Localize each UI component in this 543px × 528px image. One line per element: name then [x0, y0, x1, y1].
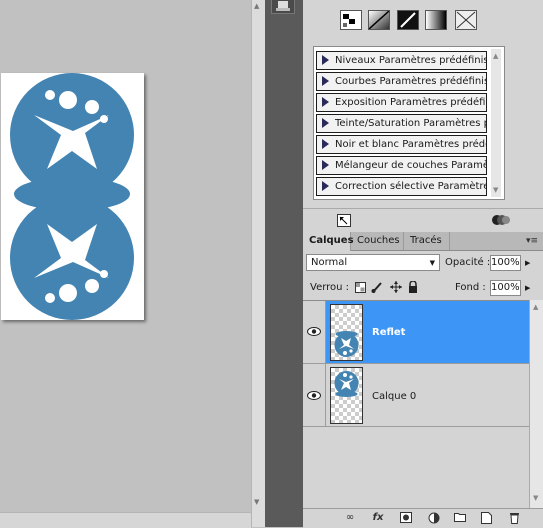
new-layer-icon[interactable] [479, 512, 493, 524]
opacity-label: Opacité : [445, 257, 491, 268]
chevron-down-icon: ▼ [429, 259, 435, 267]
layers-scrollbar[interactable]: ▲ ▼ [529, 300, 543, 508]
layers-bottom-toolbar: ∞ fx [303, 508, 543, 528]
preset-black-white[interactable]: Noir et blanc Paramètres prédéfi... [316, 135, 487, 154]
panel-dock-gutter [265, 0, 303, 527]
add-mask-icon[interactable] [399, 512, 413, 524]
scroll-down-icon[interactable]: ▼ [533, 494, 538, 502]
preset-levels[interactable]: Niveaux Paramètres prédéfinis [316, 51, 487, 70]
preset-exposure[interactable]: Exposition Paramètres prédéfinis [316, 93, 487, 112]
expand-triangle-icon [322, 118, 329, 128]
expand-triangle-icon [322, 181, 329, 191]
preset-label: Correction sélective Paramètres ... [335, 181, 486, 192]
fill-input[interactable]: 100% [490, 280, 521, 296]
preset-label: Niveaux Paramètres prédéfinis [335, 55, 487, 66]
lock-position-icon[interactable] [390, 281, 402, 296]
lock-all-icon[interactable] [408, 280, 418, 296]
presets-scrollbar[interactable]: ▲ ▼ [491, 49, 501, 197]
layer-thumbnail [330, 367, 363, 424]
tab-channels[interactable]: Couches [351, 232, 404, 250]
fill-arrow-icon[interactable]: ▶ [525, 284, 530, 292]
exposure-icon[interactable] [397, 10, 419, 30]
scroll-up-icon[interactable]: ▲ [254, 2, 259, 10]
preset-channel-mixer[interactable]: Mélangeur de couches Paramètr... [316, 156, 487, 175]
tab-paths[interactable]: Tracés [404, 232, 450, 250]
visibility-cell[interactable] [303, 364, 326, 426]
layer-thumbnail [330, 304, 363, 361]
artwork-image [10, 73, 134, 320]
thumbnail-image [334, 331, 359, 357]
lock-image-pixels-icon[interactable] [371, 281, 383, 296]
eye-icon[interactable] [307, 327, 321, 336]
expand-triangle-icon [322, 76, 329, 86]
new-adjustment-layer-icon[interactable] [427, 512, 441, 524]
no-adjustment-icon[interactable] [455, 10, 477, 30]
document-canvas[interactable] [1, 73, 144, 320]
expand-triangle-icon [322, 97, 329, 107]
link-layers-icon[interactable]: ∞ [343, 512, 357, 524]
layer-name[interactable]: Calque 0 [372, 391, 416, 402]
gradient-map-icon[interactable] [425, 10, 447, 30]
fill-label: Fond : [455, 282, 486, 293]
preset-label: Teinte/Saturation Paramètres pr... [335, 118, 487, 129]
lock-label: Verrou : [310, 282, 350, 293]
layer-name[interactable]: Reflet [372, 327, 405, 338]
collapsed-tool-icon[interactable] [271, 0, 295, 14]
preset-selective-color[interactable]: Correction sélective Paramètres ... [316, 177, 487, 196]
preset-label: Courbes Paramètres prédéfinis [335, 76, 487, 87]
thumbnail-image [334, 371, 359, 397]
adjustment-presets-list: Niveaux Paramètres prédéfinis Courbes Pa… [313, 46, 505, 200]
adjustments-footer [303, 208, 543, 233]
layer-row-reflet[interactable]: Reflet [303, 301, 529, 364]
visibility-cell[interactable] [303, 301, 326, 363]
layer-visibility-toggle-icon[interactable] [491, 213, 511, 230]
preset-label: Exposition Paramètres prédéfinis [335, 97, 487, 108]
scroll-down-icon[interactable]: ▼ [493, 186, 498, 194]
canvas-vertical-scrollbar[interactable]: ▲ ▼ [251, 0, 265, 527]
levels-icon[interactable] [340, 10, 362, 30]
preset-label: Mélangeur de couches Paramètr... [335, 160, 486, 171]
opacity-arrow-icon[interactable]: ▶ [525, 259, 530, 267]
expand-triangle-icon [322, 55, 329, 65]
scroll-up-icon[interactable]: ▲ [493, 52, 498, 60]
curves-icon[interactable] [368, 10, 390, 30]
preset-hue-saturation[interactable]: Teinte/Saturation Paramètres pr... [316, 114, 487, 133]
blend-mode-select[interactable]: Normal ▼ [306, 254, 440, 271]
panel-menu-icon[interactable]: ▾≡ [526, 236, 538, 246]
lock-transparent-pixels-icon[interactable] [355, 282, 366, 296]
opacity-input[interactable]: 100% [490, 255, 521, 271]
blend-mode-value: Normal [311, 257, 348, 268]
layer-row-calque-0[interactable]: Calque 0 [303, 364, 529, 427]
preset-label: Noir et blanc Paramètres prédéfi... [335, 139, 486, 150]
canvas-horizontal-scrollbar[interactable] [0, 512, 251, 528]
eye-icon[interactable] [307, 391, 321, 400]
tab-layers[interactable]: Calques [303, 232, 354, 251]
return-to-list-icon[interactable] [337, 214, 351, 230]
expand-triangle-icon [322, 160, 329, 170]
layers-panel-tabs: Calques Couches Tracés [303, 232, 543, 251]
delete-layer-trash-icon[interactable] [507, 512, 521, 524]
expand-triangle-icon [322, 139, 329, 149]
scroll-down-icon[interactable]: ▼ [254, 498, 259, 506]
preset-curves[interactable]: Courbes Paramètres prédéfinis [316, 72, 487, 91]
scroll-up-icon[interactable]: ▲ [533, 303, 538, 311]
layer-style-fx-icon[interactable]: fx [371, 512, 385, 524]
new-group-folder-icon[interactable] [453, 512, 467, 524]
